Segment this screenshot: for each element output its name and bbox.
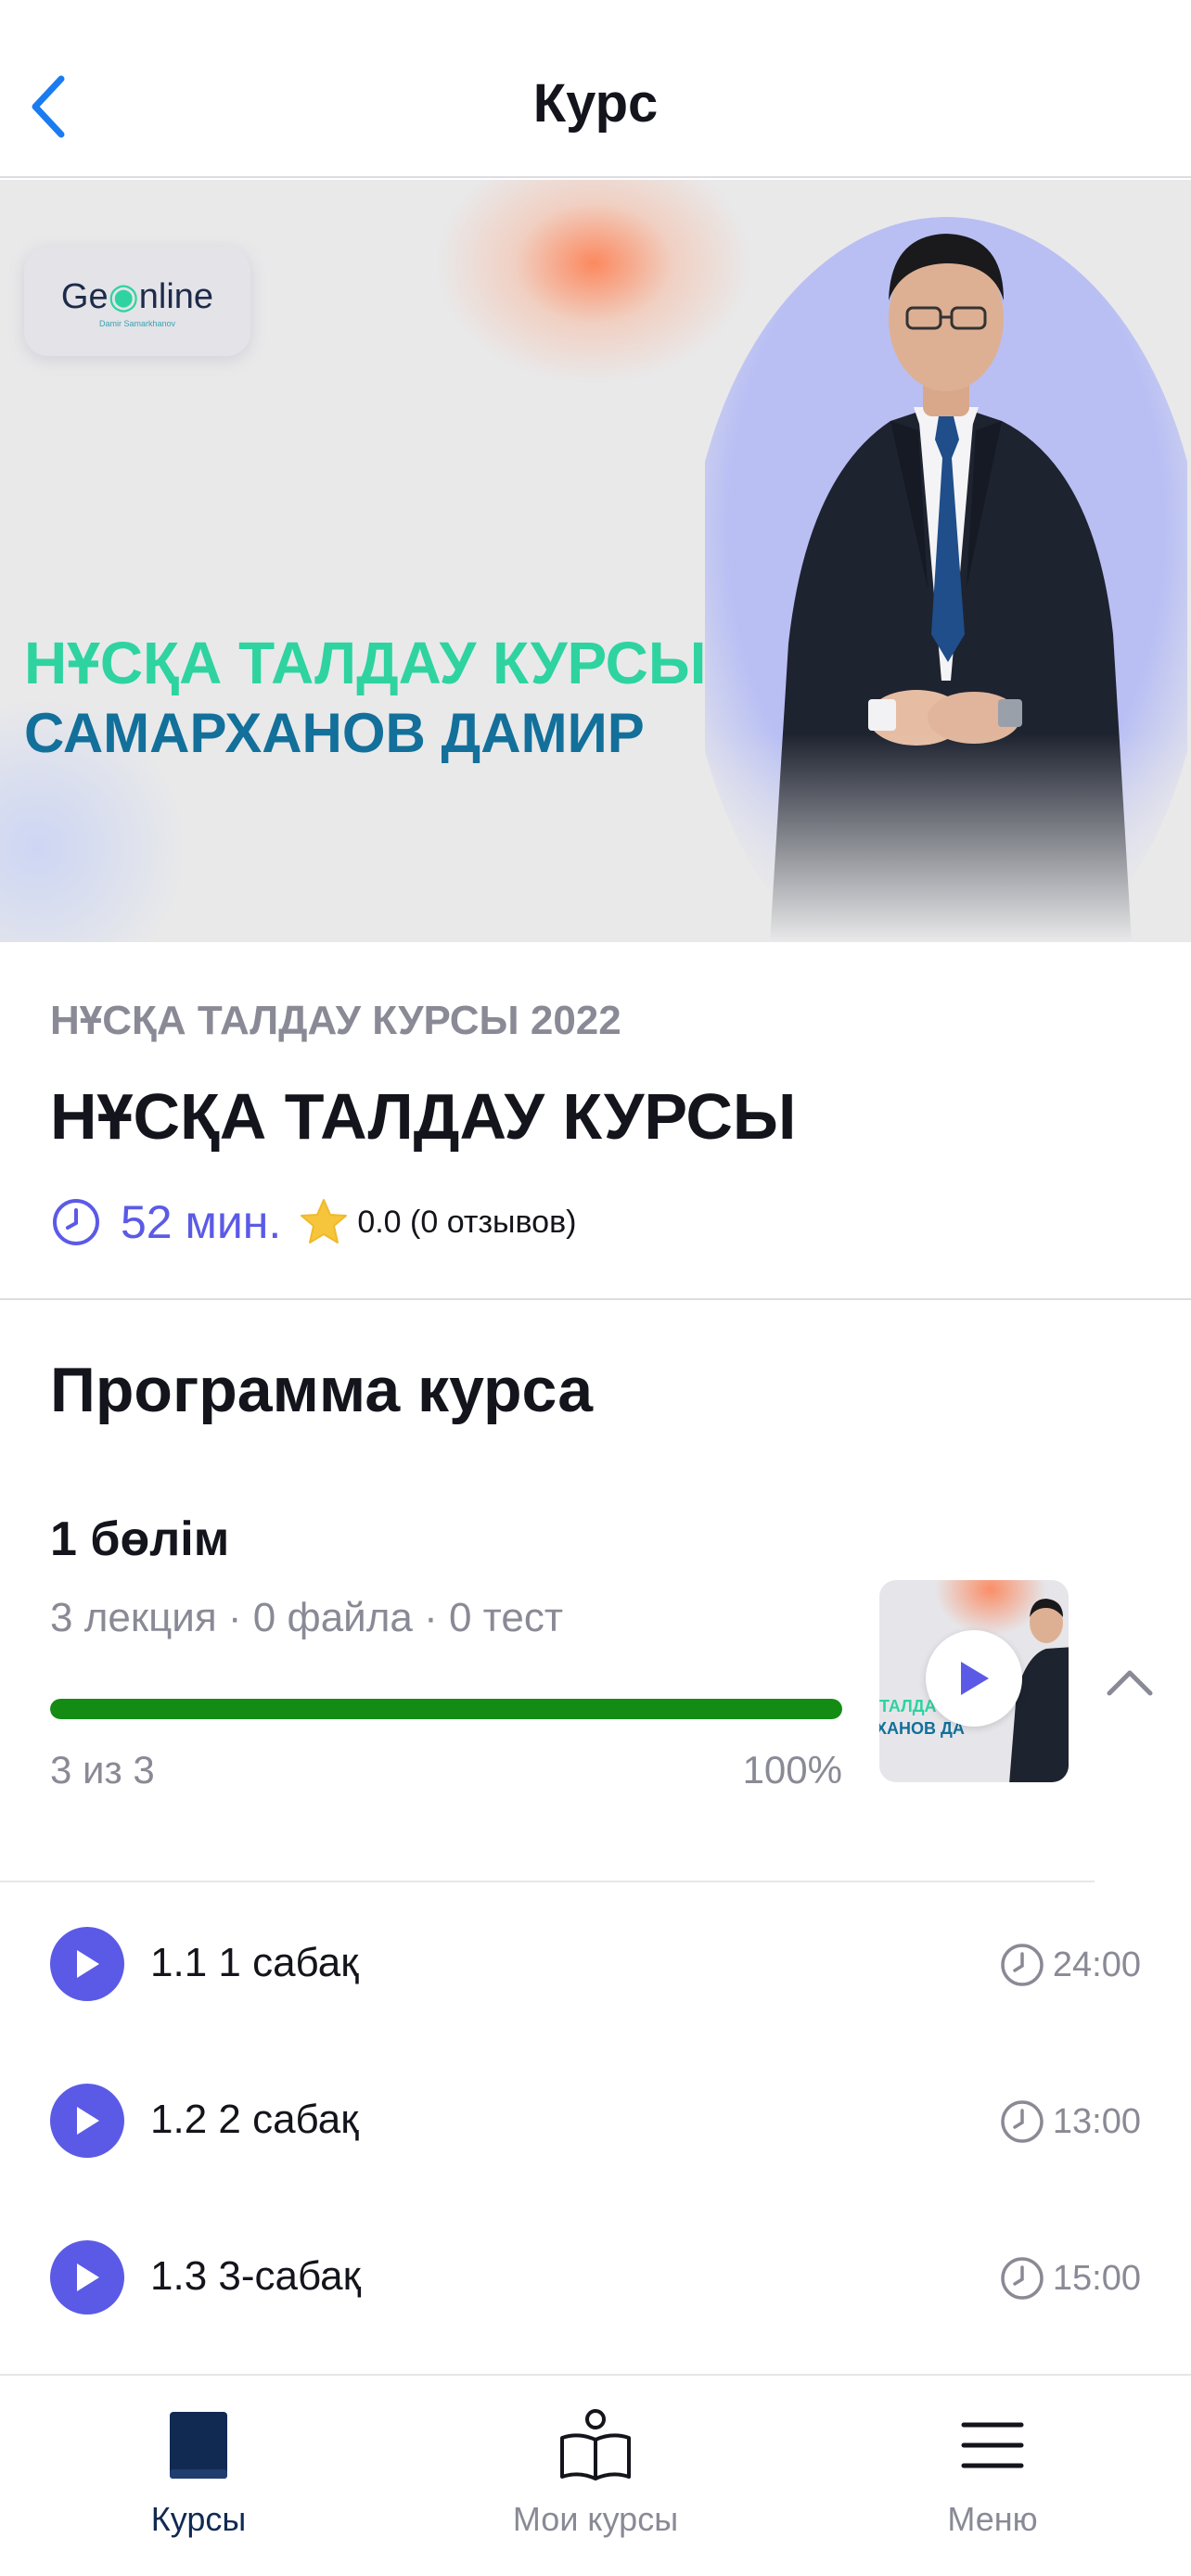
logo-text-part: nline <box>138 276 214 316</box>
progress-percent: 100% <box>742 1748 842 1792</box>
logo-o-mark: ◉ <box>108 276 139 316</box>
course-duration: 52 мин. <box>121 1196 282 1248</box>
section-video-thumbnail[interactable]: ТАЛДА ХАНОВ ДА <box>879 1580 1069 1782</box>
course-meta: 52 мин. 0.0 (0 отзывов) <box>50 1185 576 1259</box>
lesson-time-text: 13:00 <box>1052 2101 1141 2141</box>
lesson-row[interactable]: 1.2 2 сабақ 13:00 <box>0 2056 1191 2186</box>
course-rating: 0.0 (0 отзывов) <box>357 1204 577 1240</box>
course-subtitle: НҰСҚА ТАЛДАУ КУРСЫ 2022 <box>50 998 621 1043</box>
lesson-play-button[interactable] <box>50 1927 124 2001</box>
book-icon <box>170 2412 227 2479</box>
tab-my-courses[interactable]: Мои курсы <box>456 2376 735 2561</box>
lesson-duration: 15:00 <box>999 2255 1141 2302</box>
play-icon <box>77 2264 99 2291</box>
progress-fill <box>50 1699 842 1719</box>
section-progress-bar <box>50 1699 842 1719</box>
lesson-title: 1.1 1 сабақ <box>150 1940 359 1985</box>
section-stats: 3 лекция · 0 файла · 0 тест <box>50 1595 563 1640</box>
lesson-row[interactable]: 1.3 3-сабақ 15:00 <box>0 2213 1191 2342</box>
lesson-play-button[interactable] <box>50 2084 124 2158</box>
tab-label: Мои курсы <box>512 2500 679 2538</box>
section-divider <box>0 1881 1095 1882</box>
collapse-chevron-up-icon[interactable] <box>1104 1660 1156 1704</box>
geonline-logo: Ge◉nline Damir Samarkhanov <box>24 247 250 356</box>
tab-label: Меню <box>947 2500 1038 2538</box>
play-icon <box>961 1662 989 1695</box>
page-title: Курс <box>532 73 659 134</box>
hamburger-menu-icon <box>961 2422 1024 2468</box>
lesson-time-text: 15:00 <box>1052 2258 1141 2298</box>
lesson-duration: 24:00 <box>999 1942 1141 1988</box>
thumb-text: ХАНОВ ДА <box>879 1719 965 1738</box>
progress-count: 3 из 3 <box>50 1748 155 1792</box>
star-icon <box>301 1199 348 1243</box>
banner-course-name: НҰСҚА ТАЛДАУ КУРСЫ <box>24 630 707 696</box>
open-book-icon <box>560 2409 631 2480</box>
lesson-time-text: 24:00 <box>1052 1945 1141 1984</box>
bottom-tab-bar: Курсы Мои курсы Меню <box>0 2374 1191 2576</box>
clock-icon <box>1001 1944 1044 1986</box>
course-banner-image: Ge◉nline Damir Samarkhanov НҰСҚА ТАЛДАУ … <box>0 180 1191 942</box>
banner-glow-decoration <box>436 180 751 384</box>
course-info-section: НҰСҚА ТАЛДАУ КУРСЫ 2022 НҰСҚА ТАЛДАУ КУР… <box>0 942 1191 1300</box>
section-title[interactable]: 1 бөлім <box>50 1511 229 1567</box>
lesson-title: 1.3 3-сабақ <box>150 2253 361 2299</box>
clock-icon <box>53 1199 99 1245</box>
program-title: Программа курса <box>50 1355 594 1425</box>
lesson-row[interactable]: 1.1 1 сабақ 24:00 <box>0 1899 1191 2029</box>
play-icon <box>77 2107 99 2135</box>
lesson-duration: 13:00 <box>999 2098 1141 2145</box>
clock-icon <box>1001 2100 1044 2143</box>
lesson-play-button[interactable] <box>50 2240 124 2315</box>
play-icon <box>77 1950 99 1978</box>
nav-header: Курс <box>0 0 1191 178</box>
logo-subtitle: Damir Samarkhanov <box>98 318 176 328</box>
course-title: НҰСҚА ТАЛДАУ КУРСЫ <box>50 1080 797 1153</box>
logo-text-part: Ge <box>60 276 109 316</box>
thumb-play-button[interactable] <box>926 1630 1022 1727</box>
lesson-title: 1.2 2 сабақ <box>150 2097 359 2142</box>
clock-icon <box>1001 2257 1044 2300</box>
thumb-text: ТАЛДА <box>879 1697 937 1715</box>
banner-author-name: САМАРХАНОВ ДАМИР <box>24 702 645 764</box>
tab-courses[interactable]: Курсы <box>59 2376 338 2561</box>
presenter-photo <box>705 198 1187 942</box>
tab-label: Курсы <box>150 2500 247 2538</box>
tab-menu[interactable]: Меню <box>853 2376 1132 2561</box>
